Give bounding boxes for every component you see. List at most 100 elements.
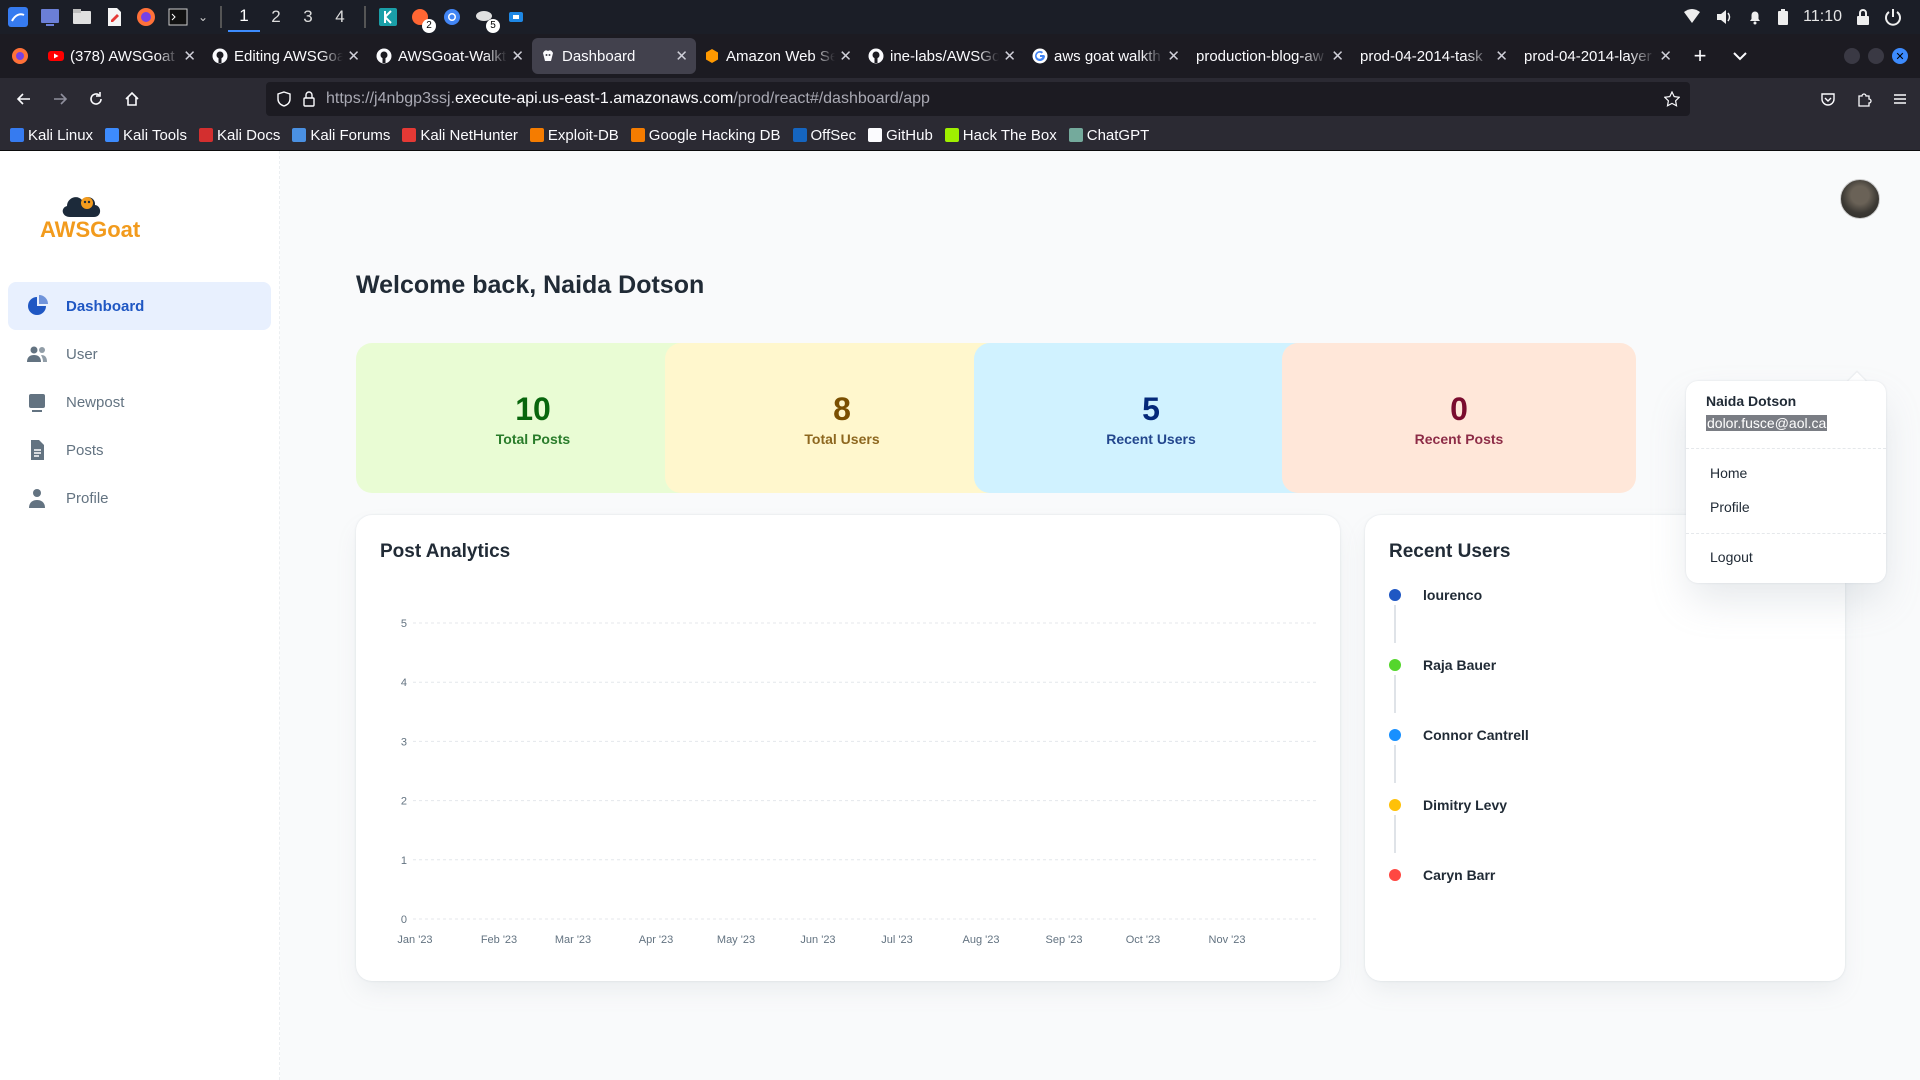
close-tab-icon[interactable]: ✕: [1167, 47, 1180, 65]
sidebar-nav: Dashboard User Newpost Posts Profile: [8, 282, 271, 522]
maximize-button[interactable]: [1868, 48, 1884, 64]
bookmark-kali-tools[interactable]: Kali Tools: [105, 127, 187, 144]
back-button[interactable]: [6, 83, 42, 115]
close-tab-icon[interactable]: ✕: [183, 47, 196, 65]
menu-item-profile[interactable]: Profile: [1710, 499, 1750, 515]
close-tab-icon[interactable]: ✕: [1003, 47, 1016, 65]
bookmark-label: Kali NetHunter: [420, 126, 518, 144]
stat-card-recent-posts: 0 Recent Posts: [1282, 343, 1636, 493]
bookmark-kali-nethunter[interactable]: Kali NetHunter: [402, 127, 518, 144]
recent-user-item[interactable]: Raja Bauer: [1389, 655, 1496, 675]
logout-button[interactable]: Logout: [1710, 549, 1753, 565]
bookmark-star-icon[interactable]: [1664, 91, 1680, 107]
bookmark-chatgpt[interactable]: ChatGPT: [1068, 127, 1149, 144]
tab-2[interactable]: Editing AWSGoat ✕: [204, 38, 368, 74]
recent-user-item[interactable]: lourenco: [1389, 585, 1482, 605]
menu-icon[interactable]: [1892, 91, 1908, 107]
home-button[interactable]: [114, 83, 150, 115]
tab-9[interactable]: prod-04-2014-task ✕: [1352, 38, 1516, 74]
close-tab-icon[interactable]: ✕: [675, 47, 688, 65]
close-tab-icon[interactable]: ✕: [1495, 47, 1508, 65]
app-k-icon[interactable]: [374, 3, 402, 31]
cloud-app-icon[interactable]: 5: [470, 3, 500, 33]
kali-menu-icon[interactable]: [4, 3, 32, 31]
pocket-icon[interactable]: [1820, 91, 1836, 107]
bookmark-icon: [10, 128, 24, 142]
tab-5[interactable]: Amazon Web Ser ✕: [696, 38, 860, 74]
bell-icon[interactable]: [1747, 9, 1763, 25]
file-manager-icon[interactable]: [68, 3, 96, 31]
url-path: /prod/react#/dashboard/app: [733, 90, 930, 107]
tab-title: AWSGoat-Walkt: [398, 47, 507, 65]
sidebar-item-newpost[interactable]: Newpost: [8, 378, 271, 426]
new-tab-button[interactable]: +: [1680, 43, 1720, 69]
awsgoat-logo[interactable]: AWSGoat: [40, 181, 152, 241]
tab-list-button[interactable]: [1720, 51, 1760, 61]
firefox-view-icon[interactable]: [0, 47, 40, 65]
shield-icon[interactable]: [276, 91, 292, 107]
chromium-icon[interactable]: [438, 3, 466, 31]
clock[interactable]: 11:10: [1803, 8, 1842, 26]
bookmark-offsec[interactable]: OffSec: [792, 127, 856, 144]
network-icon[interactable]: [1683, 9, 1701, 25]
sidebar-item-posts[interactable]: Posts: [8, 426, 271, 474]
close-window-button[interactable]: ✕: [1892, 48, 1908, 64]
y-tick-label: 2: [401, 796, 407, 808]
avatar[interactable]: [1840, 179, 1880, 219]
tab-6[interactable]: ine-labs/AWSGo ✕: [860, 38, 1024, 74]
menu-item-home[interactable]: Home: [1710, 465, 1747, 481]
recent-user-item[interactable]: Dimitry Levy: [1389, 795, 1507, 815]
sidebar-item-user[interactable]: User: [8, 330, 271, 378]
sidebar: AWSGoat Dashboard User Newpost Posts Profile: [0, 151, 280, 1080]
close-tab-icon[interactable]: ✕: [511, 47, 524, 65]
lock-icon[interactable]: [1856, 8, 1870, 26]
tab-8[interactable]: production-blog-aw ✕: [1188, 38, 1352, 74]
bookmark-hack-the-box[interactable]: Hack The Box: [944, 127, 1057, 144]
forward-button[interactable]: [42, 83, 78, 115]
vm-icon[interactable]: [502, 3, 530, 31]
bookmark-icon: [402, 128, 417, 142]
workspace-2[interactable]: 2: [260, 2, 292, 32]
sidebar-item-dashboard[interactable]: Dashboard: [8, 282, 271, 330]
bookmark-exploit-db[interactable]: Exploit-DB: [529, 127, 619, 144]
close-tab-icon[interactable]: ✕: [347, 47, 360, 65]
chevron-down-icon[interactable]: ⌄: [196, 3, 210, 31]
bookmark-github[interactable]: GitHub: [868, 127, 933, 144]
sidebar-item-profile[interactable]: Profile: [8, 474, 271, 522]
close-tab-icon[interactable]: ✕: [1331, 47, 1344, 65]
bookmark-kali-docs[interactable]: Kali Docs: [198, 127, 280, 144]
tab-1[interactable]: (378) AWSGoat E ✕: [40, 38, 204, 74]
battery-icon[interactable]: [1777, 8, 1789, 26]
burp-icon[interactable]: 2: [406, 3, 436, 33]
tab-10[interactable]: prod-04-2014-layer ✕: [1516, 38, 1680, 74]
minimize-button[interactable]: [1844, 48, 1860, 64]
close-tab-icon[interactable]: ✕: [1659, 47, 1672, 65]
tab-4[interactable]: Dashboard ✕: [532, 38, 696, 74]
text-editor-icon[interactable]: [100, 3, 128, 31]
lock-icon[interactable]: [302, 91, 316, 107]
recent-user-item[interactable]: Connor Cantrell: [1389, 725, 1529, 745]
workspace-4[interactable]: 4: [324, 2, 356, 32]
terminal-icon[interactable]: [164, 3, 192, 31]
bookmark-label: Kali Forums: [310, 126, 391, 144]
workspace-3[interactable]: 3: [292, 2, 324, 32]
tab-3[interactable]: AWSGoat-Walkt ✕: [368, 38, 532, 74]
tab-7[interactable]: aws goat walkth ✕: [1024, 38, 1188, 74]
close-tab-icon[interactable]: ✕: [839, 47, 852, 65]
volume-icon[interactable]: [1715, 9, 1733, 25]
bookmark-kali-linux[interactable]: Kali Linux: [10, 127, 93, 144]
recent-user-item[interactable]: Caryn Barr: [1389, 865, 1495, 885]
url-bar[interactable]: https://j4nbgp3ssj. execute-api.us-east-1…: [266, 82, 1690, 116]
post-analytics-chart: 0 1 2 3 4 5 Jan '23 Feb '23 Mar '23 Apr '23 May '2…: [397, 618, 1316, 946]
reload-button[interactable]: [78, 83, 114, 115]
x-tick-label: Oct '23: [1126, 934, 1161, 946]
people-icon: [26, 343, 48, 365]
workspace-1[interactable]: 1: [228, 2, 260, 32]
desktop-icon[interactable]: [36, 3, 64, 31]
bookmark-google-hacking-db[interactable]: Google Hacking DB: [630, 127, 781, 144]
bookmark-label: Kali Tools: [123, 126, 187, 144]
power-icon[interactable]: [1884, 8, 1902, 26]
bookmark-kali-forums[interactable]: Kali Forums: [292, 127, 390, 144]
extensions-icon[interactable]: [1856, 91, 1872, 107]
firefox-icon[interactable]: [132, 3, 160, 31]
